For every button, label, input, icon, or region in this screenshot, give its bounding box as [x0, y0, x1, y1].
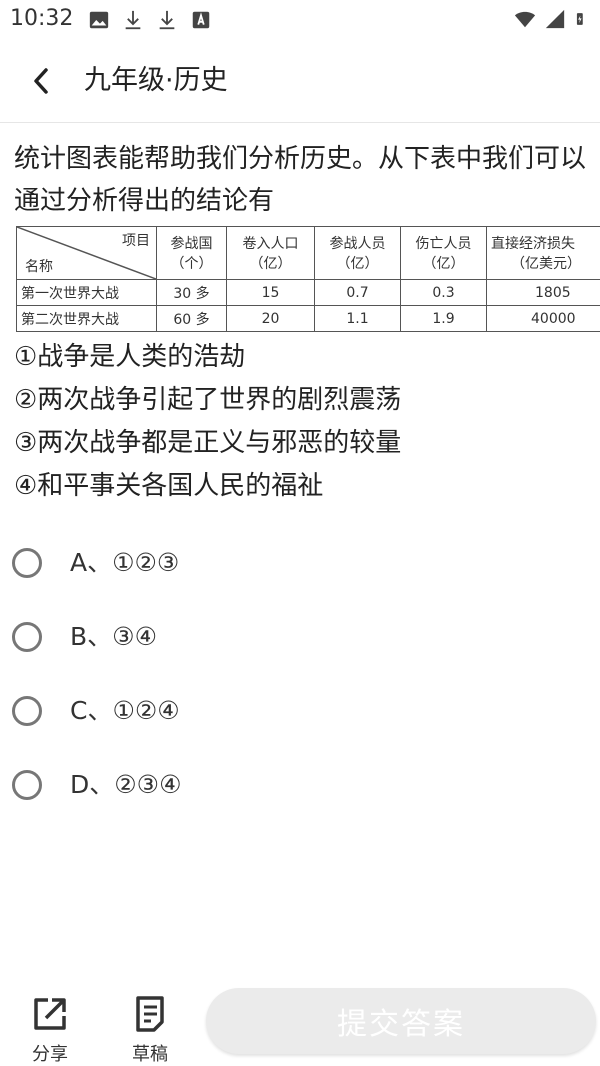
- status-bar: 10:32: [0, 0, 600, 40]
- statement-item: ②两次战争引起了世界的剧烈震荡: [14, 385, 402, 415]
- table-cell: 第一次世界大战: [16, 279, 157, 306]
- draft-icon: [136, 996, 164, 1032]
- download-icon: [125, 10, 141, 30]
- table-cell: 1.9: [400, 305, 487, 332]
- corner-top-label: 项目: [122, 233, 150, 249]
- option-b[interactable]: B、③④: [12, 612, 572, 672]
- corner-bottom-label: 名称: [25, 259, 53, 275]
- table-cell: 60 多: [156, 305, 227, 332]
- statement-item: ③两次战争都是正义与邪恶的较量: [14, 428, 402, 458]
- statement-item: ①战争是人类的浩劫: [14, 342, 246, 372]
- option-c[interactable]: C、①②④: [12, 686, 572, 746]
- statement-list: ①战争是人类的浩劫 ②两次战争引起了世界的剧烈震荡 ③两次战争都是正义与邪恶的较…: [14, 336, 594, 508]
- draft-button[interactable]: 草稿: [115, 994, 185, 1066]
- table-cell: 0.7: [314, 279, 401, 306]
- table-header-cell: 参战人员 （亿）: [314, 226, 401, 280]
- table-header-cell: 卷入人口 （亿）: [226, 226, 315, 280]
- wifi-icon: [514, 11, 536, 28]
- radio-button[interactable]: [12, 696, 42, 726]
- option-label: B、③④: [70, 622, 157, 651]
- share-label: 分享: [32, 1044, 68, 1065]
- battery-icon: [576, 13, 583, 25]
- table-cell: 第二次世界大战: [16, 305, 157, 332]
- app-bar: 九年级·历史: [0, 40, 600, 123]
- table-header-cell: 伤亡人员 （亿）: [400, 226, 487, 280]
- option-label: A、①②③: [70, 548, 180, 577]
- table-cell: 15: [226, 279, 315, 306]
- question-table: 项目 名称 参战国 （个） 卷入人口 （亿） 参战人员 （亿） 伤亡人员 （亿） 直接经…: [16, 226, 600, 334]
- table-cell: 1.1: [314, 305, 401, 332]
- table-cell: 40000: [486, 305, 600, 332]
- table-row: 第二次世界大战 60 多 20 1.1 1.9 40000: [16, 305, 600, 332]
- option-d[interactable]: D、②③④: [12, 760, 572, 820]
- system-icons: [514, 8, 588, 30]
- table-header-cell: 直接经济损失 （亿美元）: [486, 226, 600, 280]
- table-header-cell: 参战国 （个）: [156, 226, 227, 280]
- signal-icon: [545, 9, 565, 29]
- table-cell: 0.3: [400, 279, 487, 306]
- radio-button[interactable]: [12, 622, 42, 652]
- option-label: C、①②④: [70, 696, 180, 725]
- status-time: 10:32: [10, 6, 74, 31]
- download-icon: [159, 10, 175, 30]
- bottom-bar: 分享 草稿 提交答案: [0, 980, 600, 1066]
- question-stem: 统计图表能帮助我们分析历史。从下表中我们可以通过分析得出的结论有: [14, 144, 587, 216]
- share-icon: [34, 998, 66, 1030]
- share-button[interactable]: 分享: [15, 994, 85, 1066]
- table-row: 第一次世界大战 30 多 15 0.7 0.3 1805: [16, 279, 600, 306]
- page-title: 九年级·历史: [84, 65, 228, 96]
- draft-label: 草稿: [132, 1044, 168, 1065]
- image-icon: [89, 11, 109, 29]
- notification-icons: [88, 9, 212, 31]
- table-cell: 20: [226, 305, 315, 332]
- translate-icon: [192, 11, 210, 29]
- table-cell: 1805: [486, 279, 600, 306]
- radio-button[interactable]: [12, 770, 42, 800]
- submit-answer-button[interactable]: 提交答案: [206, 988, 596, 1054]
- table-corner-cell: 项目 名称: [16, 226, 157, 280]
- radio-button[interactable]: [12, 548, 42, 578]
- back-arrow-icon[interactable]: [26, 62, 58, 100]
- table-header-row: 项目 名称 参战国 （个） 卷入人口 （亿） 参战人员 （亿） 伤亡人员 （亿） 直接经…: [16, 226, 600, 280]
- statement-item: ④和平事关各国人民的福祉: [14, 471, 324, 501]
- option-label: D、②③④: [70, 770, 182, 799]
- table-cell: 30 多: [156, 279, 227, 306]
- option-a[interactable]: A、①②③: [12, 538, 572, 598]
